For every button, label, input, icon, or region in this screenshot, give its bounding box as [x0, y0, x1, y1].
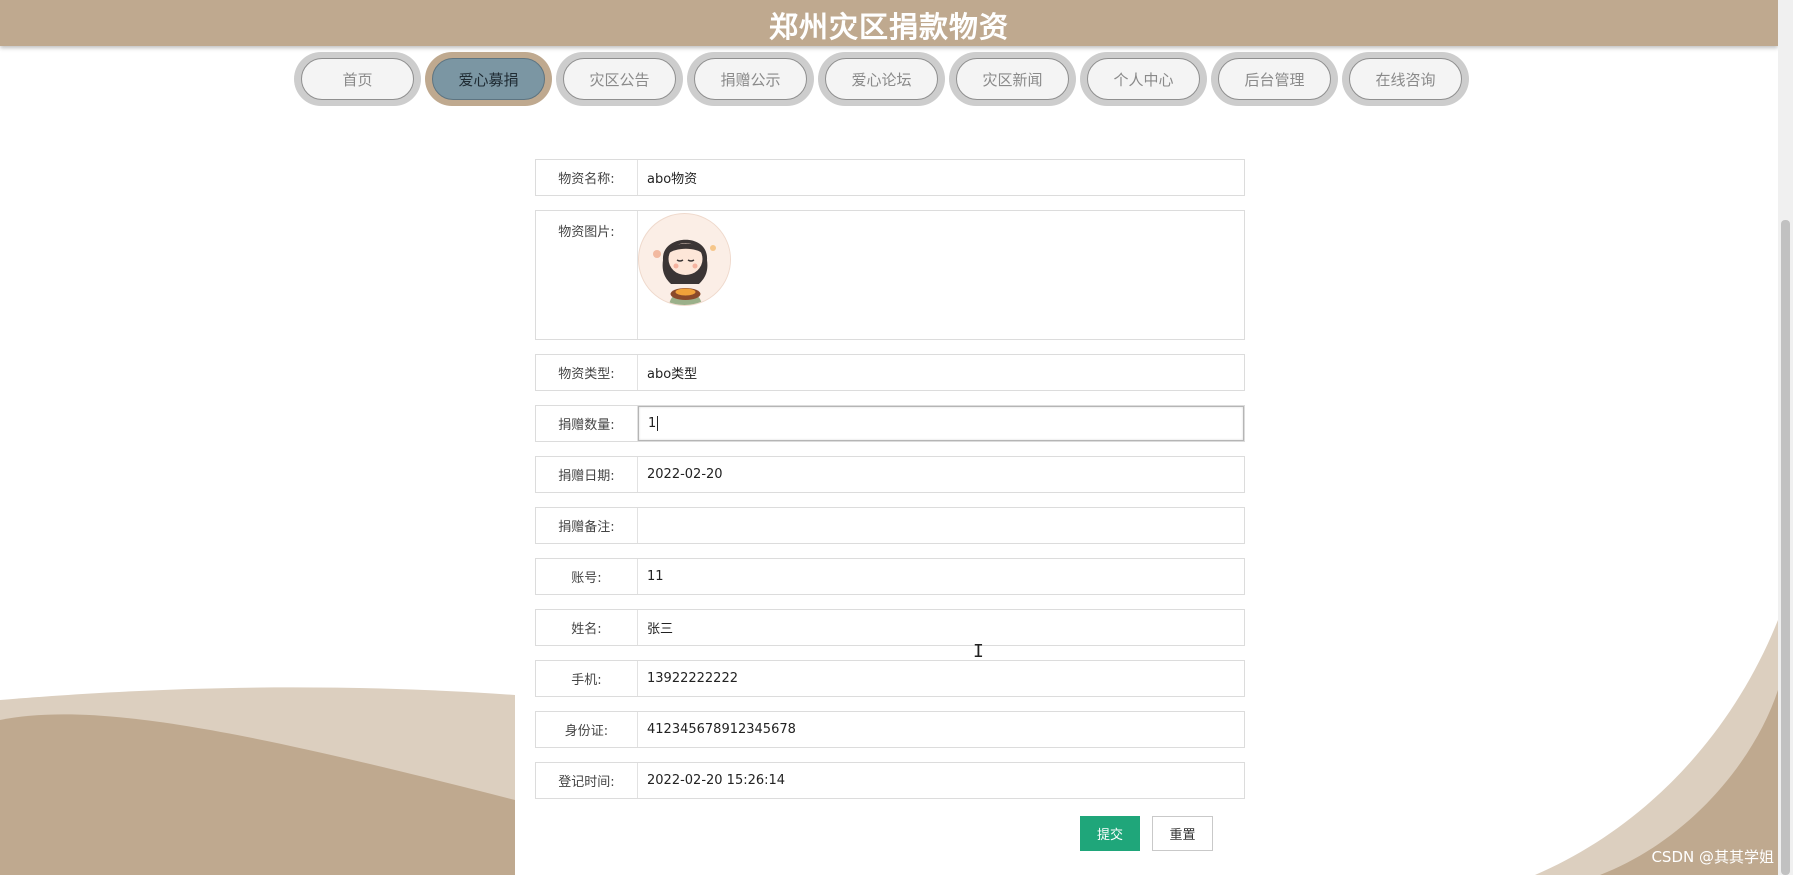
- field-label: 登记时间:: [536, 763, 638, 798]
- material-image-field[interactable]: [638, 211, 1244, 339]
- nav-item-forum[interactable]: 爱心论坛: [818, 52, 945, 106]
- site-header: 郑州灾区捐款物资: [0, 0, 1778, 46]
- nav-item-news[interactable]: 灾区新闻: [949, 52, 1076, 106]
- field-label: 物资类型:: [536, 355, 638, 390]
- nav-label: 在线咨询: [1349, 58, 1462, 100]
- form-row-image: 物资图片:: [535, 210, 1245, 340]
- material-name-input[interactable]: abo物资: [638, 160, 1244, 195]
- nav-label: 个人中心: [1087, 58, 1200, 100]
- form-row-type: 物资类型: abo类型: [535, 354, 1245, 391]
- form-row-name: 物资名称: abo物资: [535, 159, 1245, 196]
- nav-label: 首页: [301, 58, 414, 100]
- form-row-quantity: 捐赠数量: 1: [535, 405, 1245, 442]
- field-label: 捐赠备注:: [536, 508, 638, 543]
- nav-label: 捐赠公示: [694, 58, 807, 100]
- form-row-regtime: 登记时间: 2022-02-20 15:26:14: [535, 762, 1245, 799]
- fullname-input[interactable]: 张三: [638, 610, 1244, 645]
- donation-form: 物资名称: abo物资 物资图片: 物资类型: abo类型 捐赠数量: 1 捐赠…: [535, 159, 1245, 813]
- field-label: 捐赠日期:: [536, 457, 638, 492]
- site-title: 郑州灾区捐款物资: [768, 10, 1009, 44]
- material-type-input[interactable]: abo类型: [638, 355, 1244, 390]
- reset-button[interactable]: 重置: [1152, 816, 1213, 851]
- donation-quantity-input[interactable]: 1: [638, 406, 1244, 441]
- nav-label: 后台管理: [1218, 58, 1331, 100]
- nav-label: 灾区新闻: [956, 58, 1069, 100]
- account-input[interactable]: 11: [638, 559, 1244, 594]
- registration-time-input[interactable]: 2022-02-20 15:26:14: [638, 763, 1244, 798]
- avatar-image[interactable]: [638, 213, 731, 306]
- nav-item-donation[interactable]: 爱心募捐: [425, 52, 552, 106]
- form-row-phone: 手机: 13922222222: [535, 660, 1245, 697]
- main-nav: 首页 爱心募捐 灾区公告 捐赠公示 爱心论坛 灾区新闻 个人中心 后台管理 在线…: [294, 52, 1469, 106]
- nav-item-publicity[interactable]: 捐赠公示: [687, 52, 814, 106]
- form-row-account: 账号: 11: [535, 558, 1245, 595]
- nav-item-admin[interactable]: 后台管理: [1211, 52, 1338, 106]
- nav-item-home[interactable]: 首页: [294, 52, 421, 106]
- field-label: 捐赠数量:: [536, 406, 638, 441]
- text-caret: [657, 416, 659, 431]
- nav-label: 爱心募捐: [432, 58, 545, 100]
- form-row-date: 捐赠日期: 2022-02-20: [535, 456, 1245, 493]
- nav-item-announcements[interactable]: 灾区公告: [556, 52, 683, 106]
- form-row-fullname: 姓名: 张三: [535, 609, 1245, 646]
- text-cursor-icon: I: [973, 641, 984, 662]
- submit-button[interactable]: 提交: [1080, 816, 1140, 851]
- watermark: CSDN @其其学姐: [1651, 848, 1774, 866]
- donation-date-input[interactable]: 2022-02-20: [638, 457, 1244, 492]
- form-row-remark: 捐赠备注:: [535, 507, 1245, 544]
- girl-avatar-icon: [639, 214, 730, 305]
- field-label: 物资名称:: [536, 160, 638, 195]
- page-scrollbar[interactable]: [1778, 0, 1793, 875]
- nav-label: 爱心论坛: [825, 58, 938, 100]
- form-row-idcard: 身份证: 412345678912345678: [535, 711, 1245, 748]
- field-label: 手机:: [536, 661, 638, 696]
- phone-input[interactable]: 13922222222: [638, 661, 1244, 696]
- scrollbar-thumb[interactable]: [1781, 220, 1790, 875]
- field-label: 身份证:: [536, 712, 638, 747]
- nav-item-consult[interactable]: 在线咨询: [1342, 52, 1469, 106]
- field-label: 姓名:: [536, 610, 638, 645]
- quantity-value: 1: [648, 416, 657, 431]
- donation-remark-input[interactable]: [638, 508, 1244, 543]
- nav-label: 灾区公告: [563, 58, 676, 100]
- field-label: 物资图片:: [536, 211, 638, 339]
- field-label: 账号:: [536, 559, 638, 594]
- form-actions: 提交 重置: [1080, 816, 1213, 851]
- nav-item-profile[interactable]: 个人中心: [1080, 52, 1207, 106]
- idcard-input[interactable]: 412345678912345678: [638, 712, 1244, 747]
